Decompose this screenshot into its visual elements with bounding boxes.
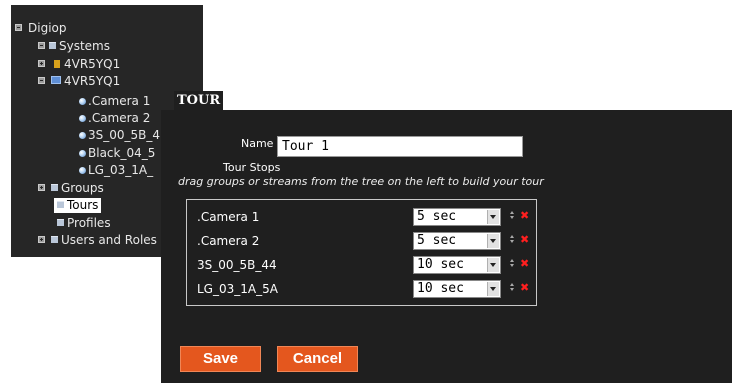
collapse-icon[interactable] [15, 24, 22, 31]
tree-label: Black_04_5 [88, 146, 156, 160]
tree-label: LG_03_1A_ [88, 163, 154, 177]
tree-label: Systems [59, 39, 110, 53]
expand-icon[interactable] [38, 236, 45, 243]
tree-label: Digiop [28, 21, 67, 35]
tree-node-system-1[interactable]: 4VR5YQ1 [38, 57, 120, 72]
tree-node-camera[interactable]: 3S_00_5B_4 [79, 128, 160, 143]
folder-icon [51, 184, 58, 191]
tree-node-profiles[interactable]: Profiles [54, 216, 111, 231]
tree-label: 4VR5YQ1 [64, 57, 121, 71]
tree-node-camera[interactable]: Black_04_5 [79, 146, 155, 161]
stop-name: .Camera 2 [197, 234, 260, 248]
tree-node-camera[interactable]: .Camera 1 [79, 94, 150, 109]
tree-node-groups[interactable]: Groups [38, 181, 104, 196]
tree-label: 4VR5YQ1 [64, 74, 121, 88]
camera-icon [79, 98, 86, 105]
tree-node-tours[interactable]: Tours [54, 198, 102, 213]
save-button[interactable]: Save [180, 346, 261, 372]
tour-stops-list: .Camera 1 5 sec ✖ .Camera 2 5 sec ✖ 3S_0… [186, 199, 537, 306]
stop-name: LG_03_1A_5A [197, 282, 278, 296]
tour-name-input[interactable] [277, 136, 523, 157]
tour-stops-hint: drag groups or streams from the tree on … [178, 175, 544, 188]
dropdown-arrow-icon[interactable] [487, 282, 499, 296]
tree-label: Groups [61, 181, 104, 195]
camera-icon [79, 167, 86, 174]
duration-value: 10 sec [417, 257, 464, 272]
tree-label: Profiles [67, 216, 111, 230]
duration-value: 10 sec [417, 281, 464, 296]
camera-icon [79, 115, 86, 122]
delete-icon[interactable]: ✖ [520, 208, 529, 224]
tree-label: Users and Roles [61, 233, 157, 247]
dropdown-arrow-icon[interactable] [487, 234, 499, 248]
tree-label: 3S_00_5B_4 [88, 128, 161, 142]
tree-label: .Camera 2 [88, 111, 151, 125]
reorder-handle-icon[interactable] [510, 259, 515, 270]
tree-node-camera[interactable]: LG_03_1A_ [79, 163, 153, 178]
tour-stop-row[interactable]: .Camera 1 5 sec ✖ [187, 205, 536, 229]
tree-node-systems[interactable]: Systems [38, 39, 110, 54]
system-icon [54, 60, 60, 68]
stop-name: .Camera 1 [197, 210, 260, 224]
tree-node-digiop[interactable]: Digiop [15, 21, 66, 36]
tour-stops-label: Tour Stops [223, 161, 281, 174]
duration-select[interactable]: 5 sec [413, 208, 501, 226]
duration-select[interactable]: 10 sec [413, 256, 501, 274]
dropdown-arrow-icon[interactable] [487, 258, 499, 272]
folder-icon [57, 219, 64, 226]
duration-value: 5 sec [417, 233, 457, 248]
folder-icon [49, 42, 56, 49]
dropdown-arrow-icon[interactable] [487, 210, 499, 224]
duration-value: 5 sec [417, 209, 457, 224]
tree-node-users-and-roles[interactable]: Users and Roles [38, 233, 157, 248]
collapse-icon[interactable] [38, 77, 45, 84]
folder-icon [51, 236, 58, 243]
tree-label: Tours [67, 198, 99, 212]
duration-select[interactable]: 5 sec [413, 232, 501, 250]
monitor-icon [51, 76, 61, 84]
tour-stop-row[interactable]: LG_03_1A_5A 10 sec ✖ [187, 277, 536, 301]
collapse-icon[interactable] [38, 42, 45, 49]
name-label: Name [241, 137, 274, 150]
tour-stop-row[interactable]: .Camera 2 5 sec ✖ [187, 229, 536, 253]
tree-node-system-2[interactable]: 4VR5YQ1 [38, 74, 120, 89]
tree-node-camera[interactable]: .Camera 2 [79, 111, 150, 126]
tour-stop-row[interactable]: 3S_00_5B_44 10 sec ✖ [187, 253, 536, 277]
tree-label: .Camera 1 [88, 94, 151, 108]
reorder-handle-icon[interactable] [510, 283, 515, 294]
delete-icon[interactable]: ✖ [520, 256, 529, 272]
stop-name: 3S_00_5B_44 [197, 258, 277, 272]
reorder-handle-icon[interactable] [510, 235, 515, 246]
camera-icon [79, 150, 86, 157]
folder-icon [57, 201, 64, 208]
cancel-button[interactable]: Cancel [277, 346, 358, 372]
camera-icon [79, 132, 86, 139]
duration-select[interactable]: 10 sec [413, 280, 501, 298]
delete-icon[interactable]: ✖ [520, 232, 529, 248]
panel-title: TOUR [174, 91, 224, 110]
expand-icon[interactable] [38, 184, 45, 191]
delete-icon[interactable]: ✖ [520, 280, 529, 296]
reorder-handle-icon[interactable] [510, 211, 515, 222]
expand-icon[interactable] [38, 60, 45, 67]
